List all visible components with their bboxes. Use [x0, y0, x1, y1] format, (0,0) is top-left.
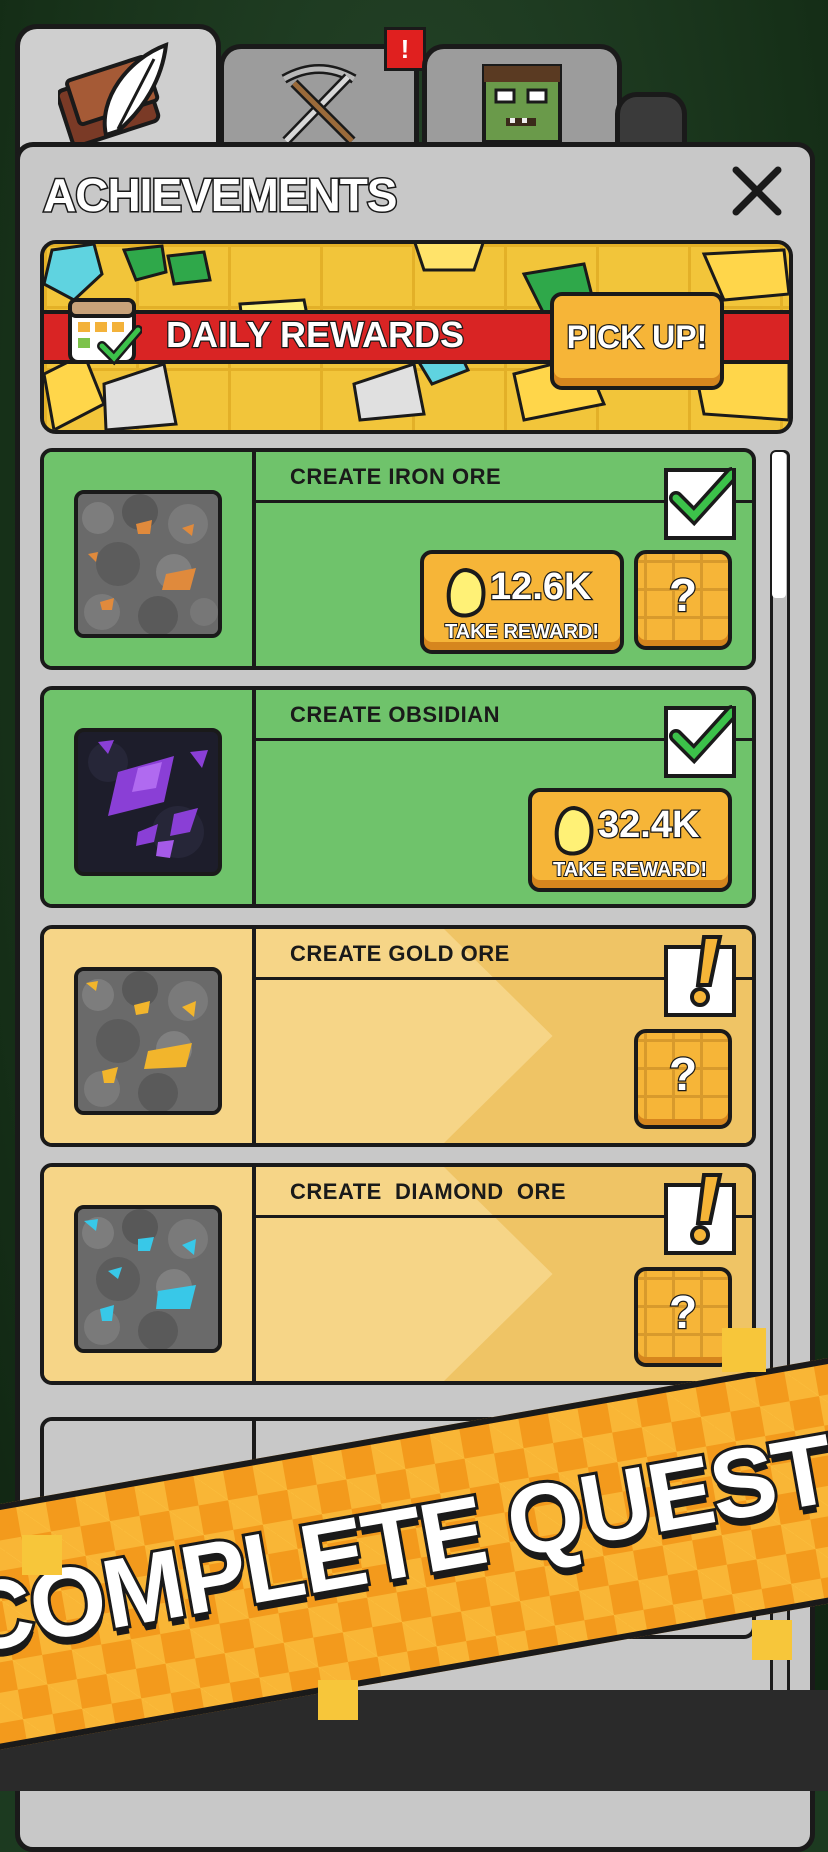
help-button[interactable]: ? [634, 550, 732, 650]
reward-amount: 32.4K [597, 803, 701, 848]
take-reward-button[interactable]: 12.6K TAKE REWARD! [420, 550, 624, 654]
take-reward-label: TAKE REWARD! [444, 620, 600, 644]
gold-ore-icon [74, 967, 222, 1115]
help-label: ? [668, 1047, 699, 1102]
completed-checkbox [664, 705, 736, 778]
alert-badge: ! [384, 27, 426, 71]
diamond-ore-icon [74, 1205, 222, 1353]
book-quill-icon [58, 41, 169, 148]
take-reward-button[interactable]: 32.4K TAKE REWARD! [528, 788, 732, 892]
achievement-name: CREATE OBSIDIAN [290, 702, 500, 727]
page-title: ACHIEVEMENTS [41, 168, 398, 223]
achievement-card-iron: CREATE IRON ORE 12.6K TAKE REWARD! ? [40, 448, 756, 670]
completed-checkbox [664, 467, 736, 540]
promo-square [722, 1328, 766, 1372]
take-reward-label: TAKE REWARD! [552, 858, 708, 882]
exclamation-icon [690, 935, 723, 1007]
check-icon [669, 467, 732, 527]
check-icon [669, 705, 732, 765]
achievement-name: CREATE IRON ORE [290, 464, 502, 489]
pending-indicator [664, 935, 736, 1017]
calendar-check-icon [68, 298, 142, 366]
pending-indicator [664, 1173, 736, 1255]
promo-square [752, 1620, 792, 1660]
iron-ore-icon [74, 490, 222, 638]
pick-up-button[interactable]: PICK UP! [550, 292, 724, 390]
close-button[interactable] [728, 162, 786, 220]
reward-amount: 12.6K [489, 565, 593, 610]
achievement-card-obsidian: CREATE OBSIDIAN 32.4K TAKE REWARD! [40, 686, 756, 908]
help-label: ? [668, 568, 699, 623]
achievement-card-diamond: CREATE DIAMOND ORE ? [40, 1163, 756, 1385]
gold-nugget-icon [446, 568, 486, 618]
achievement-card-gold: CREATE GOLD ORE ? [40, 925, 756, 1147]
crossed-sword-pickaxe-icon [281, 64, 357, 145]
exclamation-icon [690, 1173, 723, 1245]
promo-square [318, 1680, 358, 1720]
close-icon [732, 166, 782, 216]
promo-square [22, 1535, 62, 1575]
help-button[interactable]: ? [634, 1029, 732, 1129]
obsidian-icon [74, 728, 222, 876]
daily-rewards-label: DAILY REWARDS [165, 313, 466, 357]
gold-nugget-icon [554, 806, 594, 856]
help-label: ? [668, 1285, 699, 1340]
help-button[interactable]: ? [634, 1267, 732, 1367]
achievement-name: CREATE DIAMOND ORE [290, 1179, 567, 1204]
scrollbar-thumb[interactable] [772, 452, 786, 598]
daily-rewards-banner[interactable]: DAILY REWARDS PICK UP! [40, 240, 793, 434]
achievement-name: CREATE GOLD ORE [290, 941, 510, 966]
tab-achievements[interactable] [15, 24, 221, 159]
zombie-face-icon [482, 64, 562, 144]
